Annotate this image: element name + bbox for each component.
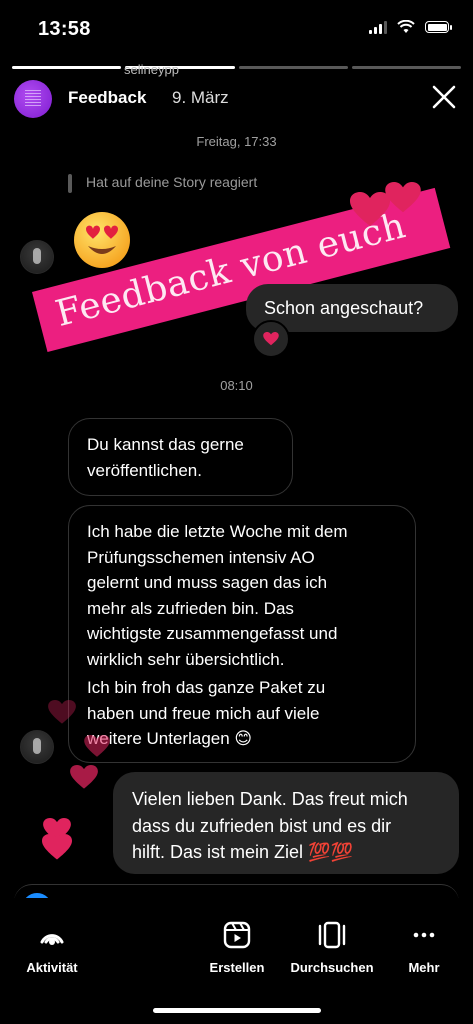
message-line: dass du zufrieden bist und es dir bbox=[132, 815, 392, 836]
bottom-tab-bar: Aktivität Erstellen Durchsuchen Mehr bbox=[0, 898, 473, 1024]
heart-icon bbox=[385, 182, 421, 213]
reaction-badge[interactable] bbox=[252, 320, 290, 358]
message-incoming[interactable]: Ich habe die letzte Woche mit dem Prüfun… bbox=[68, 505, 416, 763]
story-reply-note: Hat auf deine Story reagiert bbox=[68, 174, 257, 193]
progress-segment bbox=[238, 66, 348, 69]
tab-label: Durchsuchen bbox=[290, 960, 374, 975]
browse-icon bbox=[318, 921, 346, 949]
status-icons bbox=[369, 20, 452, 34]
message-line: Du kannst das gerne bbox=[87, 435, 244, 454]
close-icon[interactable] bbox=[429, 82, 459, 112]
story-avatar[interactable] bbox=[14, 80, 52, 118]
story-date: 9. März bbox=[172, 88, 229, 107]
message-line: mehr als zufrieden bin. Das bbox=[87, 598, 294, 618]
wifi-icon bbox=[397, 20, 415, 33]
tab-label: Mehr bbox=[408, 960, 440, 975]
tab-label: Erstellen bbox=[209, 960, 265, 975]
tab-browse[interactable]: Durchsuchen bbox=[282, 920, 382, 975]
message-line: haben und freue mich auf viele bbox=[87, 703, 320, 723]
contact-avatar[interactable] bbox=[20, 730, 54, 764]
tab-label: Aktivität bbox=[26, 960, 78, 975]
message-line: veröffentlichen. bbox=[87, 460, 202, 480]
message-line: Prüfungsschemen intensiv AO bbox=[87, 547, 315, 567]
heart-icon bbox=[48, 700, 76, 724]
message-line: hilft. Das ist mein Ziel 💯💯 bbox=[132, 842, 353, 862]
timestamp: Freitag, 17:33 bbox=[196, 134, 277, 149]
story-name[interactable]: Feedback bbox=[68, 88, 146, 108]
heart-icon bbox=[42, 834, 72, 860]
story-progress bbox=[12, 66, 461, 69]
battery-icon bbox=[425, 21, 452, 33]
tab-more[interactable]: Mehr bbox=[374, 920, 473, 975]
activity-icon bbox=[40, 934, 64, 945]
message-incoming[interactable]: Du kannst das gerne veröffentlichen. bbox=[68, 418, 293, 496]
tab-activity[interactable]: Aktivität bbox=[2, 920, 102, 975]
progress-segment bbox=[12, 66, 122, 69]
heart-reaction-icon bbox=[263, 332, 279, 346]
story-header: Feedback 9. März bbox=[14, 80, 459, 120]
message-line: gelernt und muss sagen das ich bbox=[87, 573, 328, 592]
status-bar: 13:58 bbox=[0, 0, 473, 56]
status-time: 13:58 bbox=[38, 18, 91, 40]
heart-icon bbox=[70, 765, 98, 789]
ghost-username: selineypp bbox=[124, 62, 179, 77]
timestamp: 08:10 bbox=[220, 378, 253, 393]
create-icon bbox=[223, 921, 251, 949]
message-text: Schon angeschaut? bbox=[264, 298, 424, 318]
heart-icon bbox=[350, 192, 390, 226]
more-icon bbox=[413, 932, 435, 938]
home-indicator[interactable] bbox=[153, 1008, 321, 1013]
tab-create[interactable]: Erstellen bbox=[187, 920, 287, 975]
message-line: weitere Unterlagen 😊 bbox=[87, 729, 253, 748]
heart-icon bbox=[84, 735, 110, 757]
message-line: wichtigste zusammengefasst und bbox=[87, 624, 338, 643]
message-outgoing[interactable]: Vielen lieben Dank. Das freut mich dass … bbox=[113, 772, 459, 874]
heart-eyes-emoji-icon bbox=[74, 212, 130, 268]
progress-segment bbox=[351, 66, 461, 69]
message-line: Ich habe die letzte Woche mit dem bbox=[87, 522, 348, 541]
signal-icon bbox=[369, 20, 387, 34]
message-line: Ich bin froh das ganze Paket zu bbox=[87, 678, 326, 697]
message-line: Vielen lieben Dank. Das freut mich bbox=[132, 789, 408, 809]
message-line: wirklich sehr übersichtlich. bbox=[87, 649, 285, 669]
contact-avatar[interactable] bbox=[20, 240, 54, 274]
